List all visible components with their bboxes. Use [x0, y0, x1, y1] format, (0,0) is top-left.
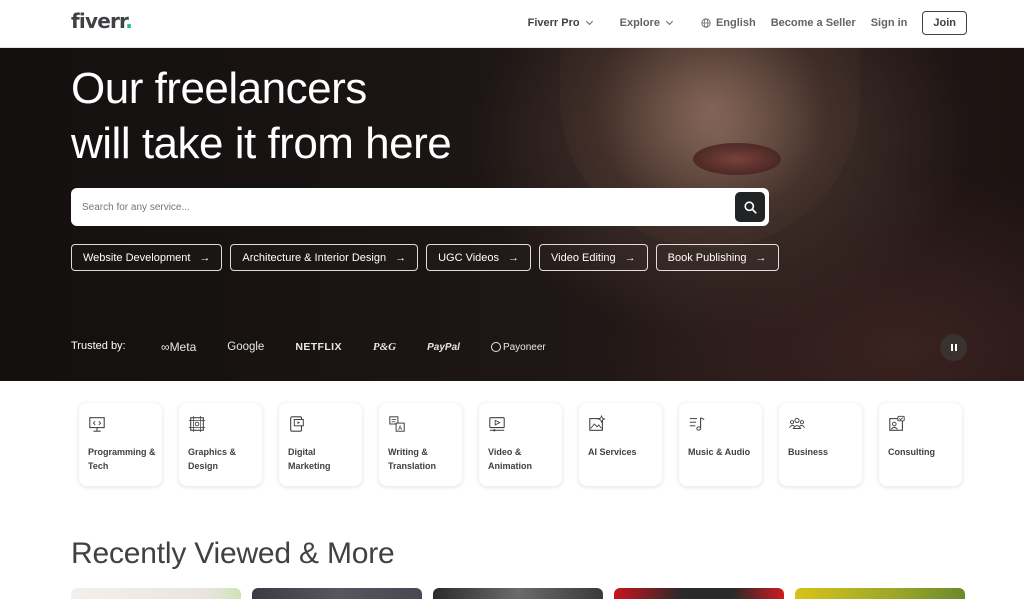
category-music-audio[interactable]: Music & Audio: [679, 403, 762, 486]
fiverr-logo[interactable]: fiverr.: [71, 9, 133, 33]
payoneer-mark-icon: [490, 342, 501, 352]
category-label: Music & Audio: [688, 447, 751, 457]
language-label: English: [715, 17, 756, 29]
globe-icon: [701, 18, 711, 28]
meta-logo-text: Meta: [169, 340, 197, 354]
search-bar: [71, 188, 769, 226]
search-icon: [743, 200, 757, 214]
marketing-icon: [290, 416, 304, 432]
music-note-icon: [689, 417, 705, 431]
ai-image-icon: [589, 415, 606, 431]
arrow-right-icon: →: [508, 251, 520, 264]
category-label: Video & Animation: [488, 447, 532, 471]
sign-in-link[interactable]: Sign in: [871, 17, 908, 29]
top-header: fiverr. Fiverr Pro Explore English Becom…: [0, 0, 1024, 48]
category-label: AI Services: [588, 447, 637, 457]
chevron-down-icon: [585, 17, 593, 26]
logo-text: fiverr: [71, 9, 126, 33]
language-selector[interactable]: English: [701, 17, 756, 29]
category-label: Programming & Tech: [88, 447, 156, 471]
gig-card-thumbnail[interactable]: [795, 588, 965, 599]
arrow-right-icon: →: [199, 251, 211, 264]
search-button[interactable]: [735, 192, 765, 222]
chip-label: Book Publishing: [667, 251, 747, 264]
category-digital-marketing[interactable]: Digital Marketing: [279, 403, 362, 486]
category-label: Business: [788, 447, 829, 457]
become-seller-link[interactable]: Become a Seller: [771, 17, 856, 29]
arrow-right-icon: →: [755, 251, 767, 264]
category-writing-translation[interactable]: A Writing & Translation: [379, 403, 462, 486]
consulting-icon: [889, 415, 905, 431]
pg-logo: P&G: [372, 341, 397, 353]
chip-label: Website Development: [83, 251, 191, 264]
main-nav: Fiverr Pro Explore English Become a Sell…: [528, 11, 967, 35]
category-programming-tech[interactable]: Programming & Tech: [79, 403, 162, 486]
chip-video-editing[interactable]: Video Editing →: [539, 244, 648, 271]
become-seller-label: Become a Seller: [770, 17, 856, 29]
fiverr-pro-label: Fiverr Pro: [527, 17, 580, 29]
explore-label: Explore: [619, 17, 660, 29]
popular-services: Website Development → Architecture & Inte…: [71, 244, 779, 271]
google-logo: Google: [227, 341, 265, 353]
chip-architecture-interior-design[interactable]: Architecture & Interior Design →: [230, 244, 419, 271]
hero-title-line-1: Our freelancers: [71, 64, 367, 113]
video-play-icon: [489, 417, 505, 432]
chip-label: UGC Videos: [438, 251, 500, 264]
gig-card-thumbnail[interactable]: [433, 588, 603, 599]
pause-icon: [954, 344, 957, 351]
hero-image-detail: [693, 143, 781, 175]
payoneer-logo: Payoneer: [490, 341, 546, 353]
gig-card-thumbnail[interactable]: [614, 588, 784, 599]
people-icon: [788, 417, 806, 429]
gig-card-thumbnail[interactable]: [71, 588, 241, 599]
category-graphics-design[interactable]: Graphics & Design: [179, 403, 262, 486]
join-button[interactable]: Join: [922, 11, 967, 35]
chip-book-publishing[interactable]: Book Publishing →: [655, 244, 779, 271]
netflix-logo: NETFLIX: [295, 341, 342, 353]
chip-ugc-videos[interactable]: UGC Videos →: [426, 244, 532, 271]
hero-title: Our freelancers will take it from here: [71, 61, 452, 171]
category-grid: Programming & Tech Graphics & Design Dig…: [79, 403, 962, 486]
translate-icon: A: [389, 416, 405, 432]
fiverr-pro-menu[interactable]: Fiverr Pro: [527, 17, 593, 29]
logo-dot: .: [125, 9, 133, 33]
category-video-animation[interactable]: Video & Animation: [479, 403, 562, 486]
search-input[interactable]: [82, 201, 722, 213]
chevron-down-icon: [665, 17, 674, 26]
arrow-right-icon: →: [624, 251, 636, 264]
hero-banner: Our freelancers will take it from here W…: [0, 48, 1024, 381]
paypal-logo: PayPal: [427, 341, 460, 353]
chip-label: Architecture & Interior Design: [242, 251, 387, 264]
category-consulting[interactable]: Consulting: [879, 403, 962, 486]
category-label: Consulting: [888, 447, 935, 457]
design-frame-icon: [188, 415, 206, 433]
category-ai-services[interactable]: AI Services: [579, 403, 662, 486]
category-label: Digital Marketing: [288, 447, 331, 471]
pause-video-button[interactable]: [940, 334, 967, 361]
explore-menu[interactable]: Explore: [619, 17, 674, 29]
trusted-by-label: Trusted by:: [71, 340, 126, 352]
arrow-right-icon: →: [395, 251, 407, 264]
code-screen-icon: [89, 417, 105, 432]
svg-text:A: A: [398, 426, 402, 432]
payoneer-logo-text: Payoneer: [502, 341, 546, 353]
chip-label: Video Editing: [551, 251, 616, 264]
gig-card-thumbnail[interactable]: [252, 588, 422, 599]
category-label: Writing & Translation: [388, 447, 437, 471]
recently-viewed-title: Recently Viewed & More: [71, 537, 395, 570]
pause-icon: [950, 344, 953, 351]
hero-title-line-2: will take it from here: [71, 119, 452, 168]
chip-website-development[interactable]: Website Development →: [71, 244, 223, 271]
trusted-brands: ∞Meta Google NETFLIX P&G PayPal Payoneer: [161, 337, 577, 357]
category-business[interactable]: Business: [779, 403, 862, 486]
category-label: Graphics & Design: [188, 447, 237, 471]
meta-logo: ∞Meta: [161, 340, 197, 354]
sign-in-label: Sign in: [870, 17, 908, 29]
recently-viewed-carousel: [71, 588, 965, 599]
